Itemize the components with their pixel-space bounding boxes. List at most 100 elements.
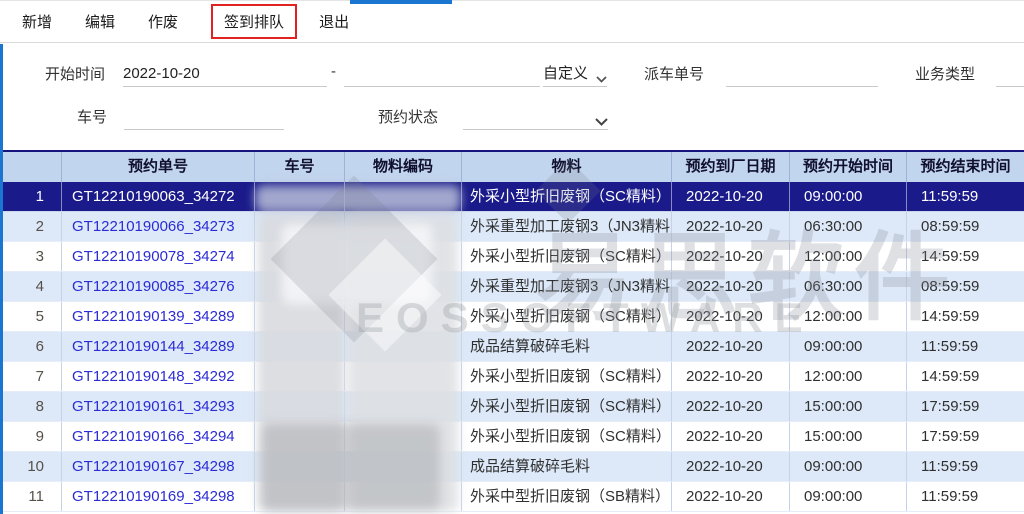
material-cell: 外采重型加工废钢3（JN3精料） bbox=[462, 272, 672, 301]
material-code-cell bbox=[345, 482, 462, 511]
row-number-cell: 10 bbox=[0, 452, 62, 481]
order-no-cell: GT12210190161_34293 bbox=[62, 392, 255, 421]
order-no-link[interactable]: GT12210190161_34293 bbox=[72, 398, 235, 415]
end-time-cell: 11:59:59 bbox=[907, 332, 1024, 361]
arrive-date-cell: 2022-10-20 bbox=[672, 482, 790, 511]
arrive-date-cell: 2022-10-20 bbox=[672, 422, 790, 451]
start-time-cell: 15:00:00 bbox=[790, 422, 907, 451]
material-cell: 外采小型折旧废钢（SC精料） bbox=[462, 242, 672, 271]
material-cell: 外采小型折旧废钢（SC精料） bbox=[462, 362, 672, 391]
range-preset-value: 自定义 bbox=[543, 62, 588, 83]
start-time-label: 开始时间 bbox=[45, 63, 105, 84]
end-time-cell: 14:59:59 bbox=[907, 362, 1024, 391]
material-cell: 外采小型折旧废钢（SC精料） bbox=[462, 392, 672, 421]
chevron-down-icon bbox=[596, 76, 607, 83]
start-time-cell: 12:00:00 bbox=[790, 362, 907, 391]
start-time-cell: 09:00:00 bbox=[790, 452, 907, 481]
appointment-queue-window: 新增 编辑 作废 签到排队 退出 开始时间 - 自定义 派车单号 业务类型 车号 预约状… bbox=[0, 0, 1024, 514]
column-header[interactable]: 预约到厂日期 bbox=[672, 152, 790, 182]
dispatch-no-input[interactable] bbox=[726, 60, 878, 87]
order-no-cell: GT12210190167_34298 bbox=[62, 452, 255, 481]
start-date-input[interactable] bbox=[123, 60, 327, 87]
arrive-date-cell: 2022-10-20 bbox=[672, 212, 790, 241]
vehicle-no-input[interactable] bbox=[124, 103, 284, 130]
order-no-link[interactable]: GT12210190148_34292 bbox=[72, 368, 235, 385]
table-row[interactable]: 9 GT12210190166_34294 外采小型折旧废钢（SC精料）2022-1… bbox=[0, 422, 1024, 452]
end-time-cell: 11:59:59 bbox=[907, 482, 1024, 511]
column-header[interactable]: 预约结束时间 bbox=[907, 152, 1024, 182]
toolbar-button-编辑[interactable]: 编辑 bbox=[85, 11, 115, 32]
table-row[interactable]: 1GT12210190063_34272外采小型折旧废钢（SC精料）2022-1… bbox=[0, 182, 1024, 212]
material-cell: 外采小型折旧废钢（SC精料） bbox=[462, 302, 672, 331]
row-number-cell: 11 bbox=[0, 482, 62, 511]
table-row[interactable]: 4GT12210190085_34276外采重型加工废钢3（JN3精料）2022… bbox=[0, 272, 1024, 302]
start-time-cell: 12:00:00 bbox=[790, 242, 907, 271]
table-row[interactable]: 7GT12210190148_34292外采小型折旧废钢（SC精料）2022-1… bbox=[0, 362, 1024, 392]
business-type-input[interactable] bbox=[996, 60, 1024, 87]
column-header[interactable] bbox=[0, 152, 62, 182]
end-time-cell: 08:59:59 bbox=[907, 212, 1024, 241]
table-row[interactable]: 8GT12210190161_34293外采小型折旧废钢（SC精料）2022-1… bbox=[0, 392, 1024, 422]
end-time-cell: 17:59:59 bbox=[907, 392, 1024, 421]
chevron-down-icon bbox=[595, 118, 608, 126]
order-no-cell: GT12210190144_34289 bbox=[62, 332, 255, 361]
table-header: 预约单号车号物料编码物料预约到厂日期预约开始时间预约结束时间 bbox=[0, 150, 1024, 182]
order-no-link[interactable]: GT12210190169_34298 bbox=[72, 488, 235, 505]
range-preset-select[interactable]: 自定义 bbox=[543, 60, 607, 87]
status-label: 预约状态 bbox=[378, 106, 438, 127]
column-header[interactable]: 车号 bbox=[255, 152, 345, 182]
start-time-cell: 09:00:00 bbox=[790, 482, 907, 511]
row-number-cell: 5 bbox=[0, 302, 62, 331]
status-select[interactable] bbox=[463, 103, 608, 130]
order-no-link[interactable]: GT12210190085_34276 bbox=[72, 278, 235, 295]
column-header[interactable]: 预约单号 bbox=[62, 152, 255, 182]
order-no-link[interactable]: GT12210190167_34298 bbox=[72, 458, 235, 475]
material-code-cell bbox=[345, 182, 462, 211]
order-no-link[interactable]: GT12210190066_34273 bbox=[72, 218, 235, 235]
start-time-cell: 09:00:00 bbox=[790, 182, 907, 211]
dispatch-no-label: 派车单号 bbox=[644, 63, 704, 84]
material-cell: 成品结算破碎毛料 bbox=[462, 452, 672, 481]
filter-panel: 开始时间 - 自定义 派车单号 业务类型 车号 预约状态 bbox=[0, 44, 1024, 150]
table-row[interactable]: 6GT12210190144_34289成品结算破碎毛料2022-10-2009… bbox=[0, 332, 1024, 362]
material-code-cell bbox=[345, 242, 462, 271]
vehicle-no-cell bbox=[255, 392, 345, 421]
material-cell: 外采小型折旧废钢（SC精料） bbox=[462, 422, 672, 451]
column-header[interactable]: 物料 bbox=[462, 152, 672, 182]
order-no-link[interactable]: GT12210190063_34272 bbox=[72, 188, 235, 205]
order-no-cell: GT12210190063_34272 bbox=[62, 182, 255, 211]
material-code-cell bbox=[345, 452, 462, 481]
order-no-cell: GT12210190066_34273 bbox=[62, 212, 255, 241]
end-time-cell: 11:59:59 bbox=[907, 182, 1024, 211]
row-number-cell: 9 bbox=[0, 422, 62, 451]
table-row[interactable]: 11GT12210190169_34298外采中型折旧废钢（SB精料）2022-… bbox=[0, 482, 1024, 512]
column-header[interactable]: 预约开始时间 bbox=[790, 152, 907, 182]
arrive-date-cell: 2022-10-20 bbox=[672, 392, 790, 421]
order-no-link[interactable]: GT12210190078_34274 bbox=[72, 248, 235, 265]
table-row[interactable]: 3GT12210190078_34274外采小型折旧废钢（SC精料）2022-1… bbox=[0, 242, 1024, 272]
order-no-cell: GT12210190169_34298 bbox=[62, 482, 255, 511]
column-header[interactable]: 物料编码 bbox=[345, 152, 462, 182]
table-row[interactable]: 10 GT12210190167_34298 成品结算破碎毛料2022-10-200… bbox=[0, 452, 1024, 482]
material-cell: 成品结算破碎毛料 bbox=[462, 332, 672, 361]
toolbar-button-作废[interactable]: 作废 bbox=[148, 11, 178, 32]
order-no-cell: GT12210190078_34274 bbox=[62, 242, 255, 271]
material-code-cell bbox=[345, 422, 462, 451]
table-body: 1GT12210190063_34272外采小型折旧废钢（SC精料）2022-1… bbox=[0, 182, 1024, 512]
material-code-cell bbox=[345, 362, 462, 391]
end-date-input[interactable] bbox=[344, 60, 540, 87]
start-time-cell: 12:00:00 bbox=[790, 302, 907, 331]
order-no-link[interactable]: GT12210190139_34289 bbox=[72, 308, 235, 325]
table-row[interactable]: 2GT12210190066_34273外采重型加工废钢3（JN3精料）2022… bbox=[0, 212, 1024, 242]
arrive-date-cell: 2022-10-20 bbox=[672, 452, 790, 481]
toolbar-button-新增[interactable]: 新增 bbox=[22, 11, 52, 32]
toolbar-button-签到排队[interactable]: 签到排队 bbox=[211, 4, 297, 39]
table-row[interactable]: 5 GT12210190139_34289 外采小型折旧废钢（SC精料）2022-1… bbox=[0, 302, 1024, 332]
active-tab-indicator bbox=[350, 0, 452, 4]
end-time-cell: 08:59:59 bbox=[907, 272, 1024, 301]
order-no-link[interactable]: GT12210190166_34294 bbox=[72, 428, 235, 445]
order-no-link[interactable]: GT12210190144_34289 bbox=[72, 338, 235, 355]
arrive-date-cell: 2022-10-20 bbox=[672, 302, 790, 331]
material-code-cell bbox=[345, 272, 462, 301]
toolbar-button-退出[interactable]: 退出 bbox=[319, 11, 349, 32]
